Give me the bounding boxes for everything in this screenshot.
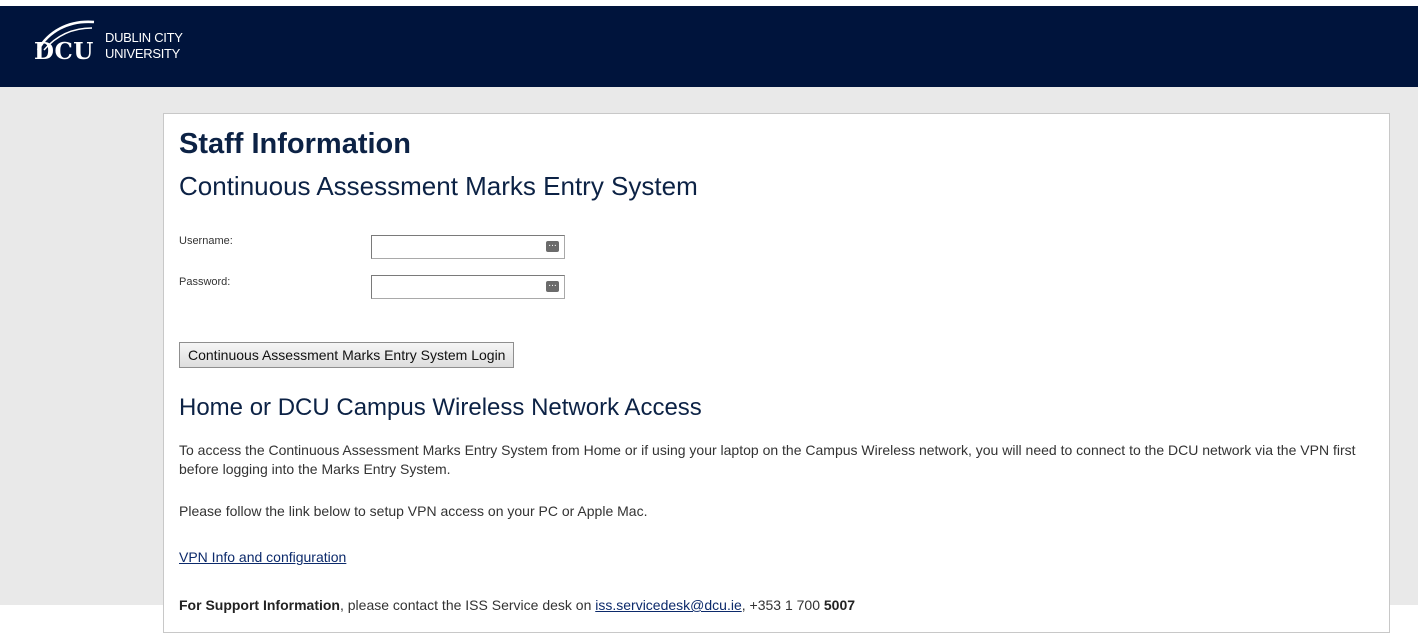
- logo-wordmark: DCU: [34, 38, 94, 65]
- password-label: Password:: [179, 276, 231, 288]
- username-field[interactable]: ...: [371, 235, 565, 259]
- logo-line-2: UNIVERSITY: [105, 46, 181, 61]
- page-background: Staff Information Continuous Assessment …: [0, 87, 1418, 633]
- support-phone-prefix: , +353 1 700: [741, 597, 824, 613]
- network-access-heading: Home or DCU Campus Wireless Network Acce…: [179, 394, 702, 421]
- username-label: Username:: [179, 235, 233, 247]
- logo-mark: DCU: [34, 16, 98, 72]
- vpn-instructions-paragraph: Please follow the link below to setup VP…: [179, 503, 648, 519]
- vpn-info-link[interactable]: VPN Info and configuration: [179, 549, 346, 565]
- support-label: For Support Information: [179, 597, 340, 613]
- logo-university-name: DUBLIN CITY UNIVERSITY: [105, 30, 183, 62]
- support-text: , please contact the ISS Service desk on: [339, 597, 592, 613]
- dcu-logo[interactable]: DCU DUBLIN CITY UNIVERSITY: [34, 16, 224, 76]
- password-field[interactable]: ...: [371, 275, 565, 299]
- page-subtitle: Continuous Assessment Marks Entry System: [179, 171, 698, 201]
- password-input[interactable]: [372, 276, 540, 298]
- username-input[interactable]: [372, 236, 540, 258]
- support-phone-extension: 5007: [823, 597, 856, 613]
- logo-line-1: DUBLIN CITY: [105, 30, 183, 45]
- login-button[interactable]: Continuous Assessment Marks Entry System…: [179, 342, 515, 368]
- support-email-link[interactable]: iss.servicedesk@dcu.ie: [595, 597, 742, 613]
- network-access-paragraph: To access the Continuous Assessment Mark…: [179, 442, 1356, 477]
- key-dots-icon[interactable]: ...: [546, 240, 559, 252]
- site-header: DCU DUBLIN CITY UNIVERSITY: [0, 6, 1418, 87]
- support-information: For Support Information, please contact …: [179, 597, 855, 613]
- content-panel: Staff Information Continuous Assessment …: [163, 113, 1390, 633]
- page-title: Staff Information: [179, 128, 411, 160]
- key-dots-icon[interactable]: ...: [546, 280, 559, 292]
